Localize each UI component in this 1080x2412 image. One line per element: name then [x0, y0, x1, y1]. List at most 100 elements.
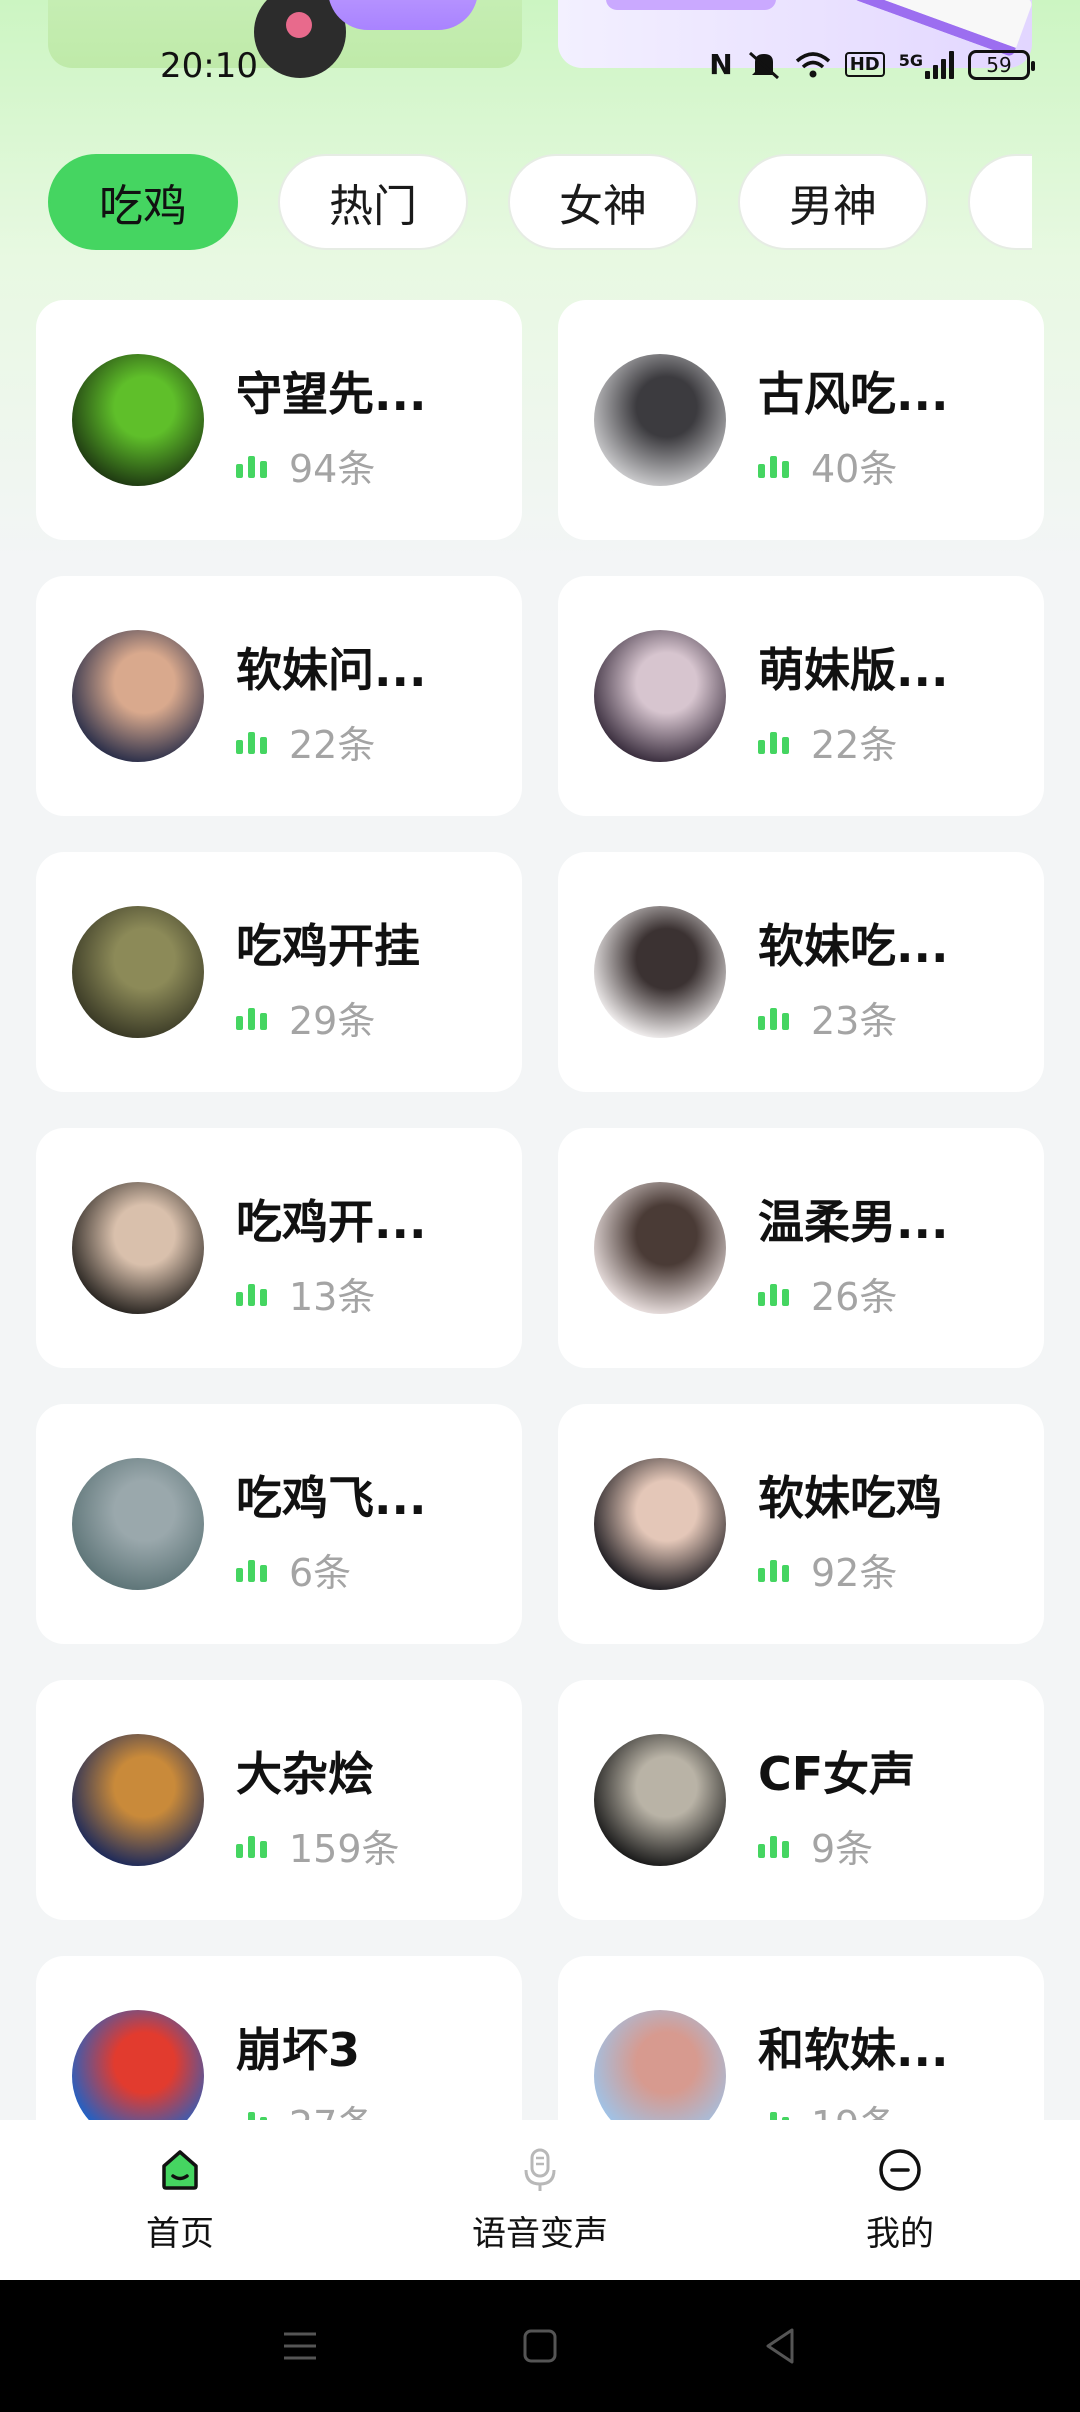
card-count: 29条 [289, 999, 376, 1043]
voice-pack-card[interactable]: 吃鸡飞... 6条 [36, 1404, 522, 1644]
mascot-illustration [328, 0, 478, 30]
category-chip[interactable]: 大 [968, 154, 1032, 250]
avatar [594, 630, 726, 762]
avatar [72, 1734, 204, 1866]
card-count: 159条 [289, 1827, 400, 1871]
avatar [594, 906, 726, 1038]
voice-pack-card[interactable]: CF女声 9条 [558, 1680, 1044, 1920]
vinyl-record-illustration [254, 0, 346, 78]
category-chip[interactable]: 男神 [738, 154, 928, 250]
bar-chart-icon [758, 1006, 789, 1030]
card-count: 22条 [289, 723, 376, 767]
avatar [594, 1182, 726, 1314]
card-title: 软妹吃... [758, 919, 949, 973]
bar-chart-icon [236, 454, 267, 478]
banner-left[interactable] [48, 0, 522, 78]
bar-chart-icon [758, 1282, 789, 1306]
card-count: 40条 [811, 447, 898, 491]
bar-chart-icon [236, 1558, 267, 1582]
voice-pack-card[interactable]: 软妹问... 22条 [36, 576, 522, 816]
card-count-row: 159条 [236, 1818, 400, 1873]
voice-pack-card[interactable]: 崩坏3 27条 [36, 1956, 522, 2120]
avatar [72, 906, 204, 1038]
voice-pack-card[interactable]: 软妹吃鸡 92条 [558, 1404, 1044, 1644]
voice-pack-card[interactable]: 温柔男... 26条 [558, 1128, 1044, 1368]
voice-pack-card[interactable]: 和软妹... 19条 [558, 1956, 1044, 2120]
voice-pack-card[interactable]: 守望先... 94条 [36, 300, 522, 540]
bar-chart-icon [758, 1558, 789, 1582]
bar-chart-icon [758, 1834, 789, 1858]
avatar [594, 1734, 726, 1866]
home-square-icon[interactable] [518, 2324, 562, 2368]
voice-pack-card[interactable]: 大杂烩 159条 [36, 1680, 522, 1920]
card-count-row: 92条 [758, 1542, 897, 1597]
voice-pack-card[interactable]: 吃鸡开... 13条 [36, 1128, 522, 1368]
card-count-row: 6条 [236, 1542, 351, 1597]
card-title: 古风吃... [758, 367, 949, 421]
card-title: 软妹问... [236, 643, 427, 697]
category-chip[interactable]: 吃鸡 [48, 154, 238, 250]
bottom-navigation: 首页 语音变声 我的 [0, 2120, 1080, 2280]
avatar [72, 354, 204, 486]
card-count-row: 9条 [758, 1818, 873, 1873]
card-title: 吃鸡飞... [236, 1471, 427, 1525]
category-chip[interactable]: 女神 [508, 154, 698, 250]
card-title: 和软妹... [758, 2023, 949, 2077]
wifi-icon [795, 51, 830, 77]
card-count: 19条 [811, 2094, 897, 2120]
status-time: 20:10 [160, 46, 258, 86]
nav-item-profile[interactable]: 我的 [720, 2120, 1080, 2280]
avatar [72, 2010, 204, 2120]
card-count-row: 27条 [236, 2094, 375, 2120]
voice-pack-card[interactable]: 吃鸡开挂 29条 [36, 852, 522, 1092]
voice-pack-card[interactable]: 古风吃... 40条 [558, 300, 1044, 540]
status-icons: N HD 5G 59 [709, 48, 1035, 81]
card-count-row: 40条 [758, 438, 897, 493]
card-title: 守望先... [236, 367, 427, 421]
card-title: CF女声 [758, 1747, 916, 1801]
bar-chart-icon [758, 454, 789, 478]
card-count: 23条 [811, 999, 898, 1043]
nav-label-profile: 我的 [866, 2213, 934, 2254]
mute-icon [748, 51, 779, 79]
system-navigation-bar [0, 2280, 1080, 2412]
microphone-icon [524, 2148, 556, 2191]
card-count: 6条 [289, 1551, 352, 1595]
card-count-row: 23条 [758, 990, 897, 1045]
voice-pack-card[interactable]: 萌妹版... 22条 [558, 576, 1044, 816]
card-title: 温柔男... [758, 1195, 949, 1249]
avatar [594, 2010, 726, 2120]
card-title: 吃鸡开挂 [236, 919, 420, 973]
category-chip[interactable]: 热门 [278, 154, 468, 250]
card-count-row: 22条 [236, 714, 375, 769]
hd-badge: HD [844, 52, 885, 77]
network-type-label: 5G [898, 50, 923, 70]
nav-item-home[interactable]: 首页 [0, 2120, 360, 2280]
avatar [72, 1458, 204, 1590]
card-count: 27条 [289, 2094, 375, 2120]
card-count: 13条 [289, 1275, 376, 1319]
menu-icon[interactable] [278, 2324, 322, 2368]
card-count-row: 26条 [758, 1266, 897, 1321]
voice-pack-card[interactable]: 软妹吃... 23条 [558, 852, 1044, 1092]
home-icon [162, 2149, 198, 2190]
card-count-row: 22条 [758, 714, 897, 769]
bar-chart-icon [758, 730, 789, 754]
profile-icon [879, 2148, 921, 2191]
card-title: 吃鸡开... [236, 1195, 427, 1249]
bar-chart-icon [236, 1006, 267, 1030]
card-count: 92条 [811, 1551, 898, 1595]
avatar [72, 630, 204, 762]
bar-chart-icon [236, 2110, 267, 2120]
bar-chart-icon [758, 2110, 789, 2120]
bar-chart-icon [236, 1834, 267, 1858]
bar-chart-icon [236, 730, 267, 754]
banner-decoration [606, 0, 776, 10]
card-count-row: 13条 [236, 1266, 375, 1321]
back-icon[interactable] [758, 2324, 802, 2368]
avatar [594, 1458, 726, 1590]
avatar [72, 1182, 204, 1314]
nav-item-voice-changer[interactable]: 语音变声 [360, 2120, 720, 2280]
card-count-row: 19条 [758, 2094, 897, 2120]
card-title: 崩坏3 [236, 2023, 361, 2077]
